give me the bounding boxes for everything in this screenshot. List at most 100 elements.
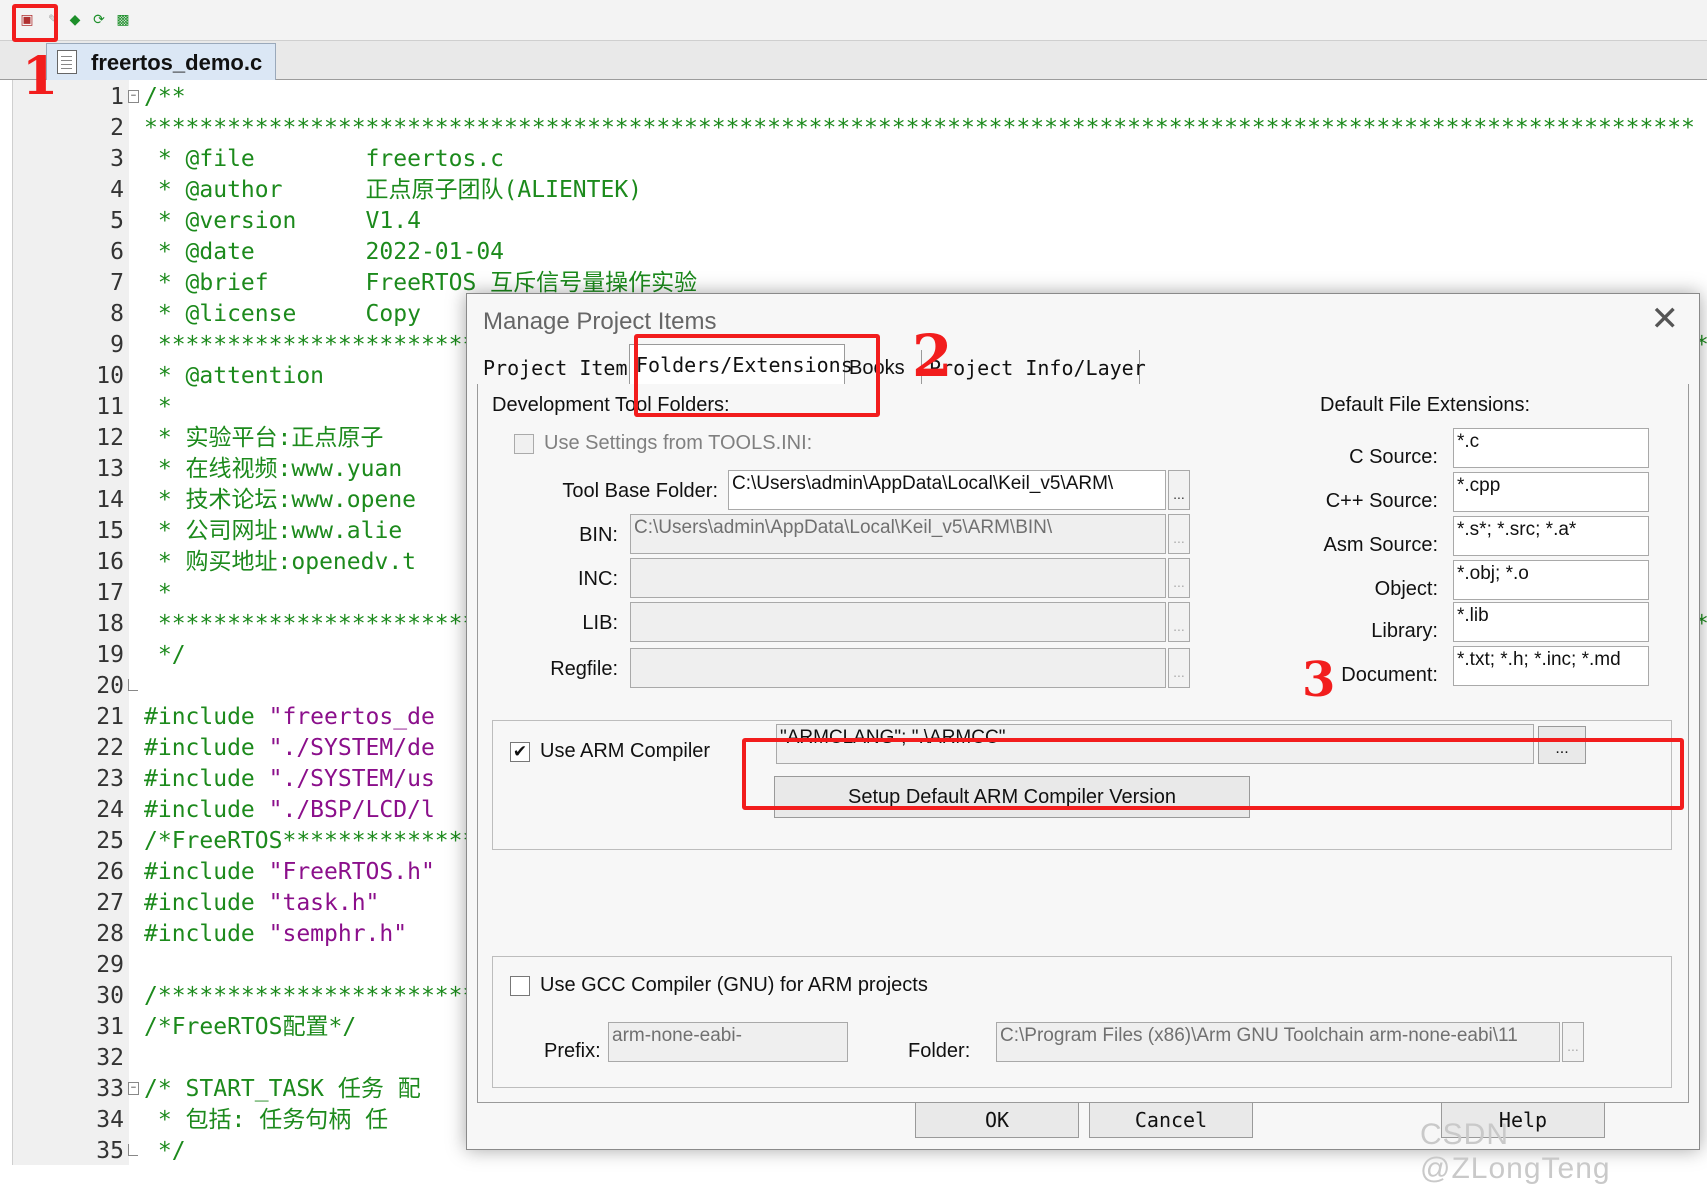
code-token: #include bbox=[144, 735, 269, 761]
bin-label: BIN: bbox=[579, 524, 618, 546]
inc-browse-button[interactable]: ... bbox=[1168, 558, 1190, 598]
code-token: * 在线视频:www.yuan bbox=[144, 456, 403, 482]
line-number: 34 bbox=[96, 1107, 124, 1133]
code-token: #include bbox=[144, 766, 269, 792]
document-label: Document: bbox=[1341, 664, 1438, 686]
dialog-title: Manage Project Items bbox=[483, 308, 717, 335]
code-text: * 实验平台:正点原子 bbox=[144, 423, 384, 454]
tab-project-info-layer[interactable]: Project Info/Layer bbox=[923, 350, 1146, 384]
toolbar: ▣ ✎ ◆ ⟳ ▩ bbox=[0, 0, 1707, 41]
lib-input[interactable] bbox=[630, 602, 1166, 642]
options-icon[interactable]: ⟳ bbox=[90, 10, 108, 28]
regfile-input[interactable] bbox=[630, 648, 1166, 688]
line-number: 33 bbox=[96, 1076, 124, 1102]
inc-input[interactable] bbox=[630, 558, 1166, 598]
code-token: * @license Copy bbox=[144, 301, 421, 327]
code-text: * @author 正点原子团队(ALIENTEK) bbox=[144, 175, 642, 206]
code-text: * 购买地址:openedv.t bbox=[144, 547, 416, 578]
code-token: "freertos_de bbox=[268, 704, 435, 730]
annotation-box-folders-tab bbox=[634, 334, 880, 417]
library-input[interactable]: *.lib bbox=[1453, 602, 1649, 642]
code-token: #include bbox=[144, 797, 269, 823]
line-number: 17 bbox=[96, 580, 124, 606]
line-number: 6 bbox=[110, 239, 124, 265]
code-token: "./SYSTEM/us bbox=[268, 766, 435, 792]
code-text: #include "task.h" bbox=[144, 888, 379, 919]
manage-project-items-dialog: Manage Project Items ✕ Project Items Fol… bbox=[466, 293, 1700, 1150]
file-tab[interactable]: freertos_demo.c bbox=[46, 43, 276, 80]
code-token: * @version V1.4 bbox=[144, 208, 421, 234]
code-token: * @date 2022-01-04 bbox=[144, 239, 505, 265]
file-tab-label: freertos_demo.c bbox=[91, 50, 263, 75]
line-number: 13 bbox=[96, 456, 124, 482]
pack-installer-icon[interactable]: ▩ bbox=[114, 10, 132, 28]
use-tools-ini-checkbox[interactable] bbox=[514, 434, 534, 454]
code-text: * @attention bbox=[144, 361, 324, 392]
object-label: Object: bbox=[1374, 578, 1438, 600]
fold-toggle-icon[interactable]: − bbox=[128, 90, 139, 103]
line-number: 18 bbox=[96, 611, 124, 637]
library-label: Library: bbox=[1371, 620, 1438, 642]
c-source-input[interactable]: *.c bbox=[1453, 428, 1649, 468]
document-input[interactable]: *.txt; *.h; *.inc; *.md bbox=[1453, 646, 1649, 686]
cancel-button[interactable]: Cancel bbox=[1089, 1102, 1253, 1138]
code-line: 2 ***************************************… bbox=[0, 113, 1707, 144]
line-number: 11 bbox=[96, 394, 124, 420]
cpp-source-label: C++ Source: bbox=[1325, 490, 1438, 512]
regfile-browse-button[interactable]: ... bbox=[1168, 648, 1190, 688]
line-number: 25 bbox=[96, 828, 124, 854]
code-token: "semphr.h" bbox=[268, 921, 408, 947]
code-line: 6 * @date 2022-01-04 bbox=[0, 237, 1707, 268]
cpp-source-input[interactable]: *.cpp bbox=[1453, 472, 1649, 512]
line-number: 20 bbox=[96, 673, 124, 699]
code-token: * 购买地址:openedv.t bbox=[144, 549, 417, 575]
code-token: /* START_TASK 任务 配 bbox=[144, 1076, 421, 1102]
line-number: 22 bbox=[96, 735, 124, 761]
annotation-mark-1: 1 bbox=[22, 46, 59, 107]
code-token: #include bbox=[144, 859, 269, 885]
code-text: #include "./SYSTEM/us bbox=[144, 764, 435, 795]
line-number: 28 bbox=[96, 921, 124, 947]
fold-toggle-icon[interactable]: − bbox=[128, 1082, 139, 1095]
code-token: "./BSP/LCD/l bbox=[268, 797, 435, 823]
code-token: /** bbox=[144, 84, 186, 110]
close-icon[interactable]: ✕ bbox=[1651, 302, 1680, 336]
line-number: 30 bbox=[96, 983, 124, 1009]
asm-source-input[interactable]: *.s*; *.src; *.a* bbox=[1453, 516, 1649, 556]
line-number: 8 bbox=[110, 301, 124, 327]
code-line: 1−/** bbox=[0, 82, 1707, 113]
green-diamond-icon[interactable]: ◆ bbox=[66, 10, 84, 28]
line-number: 5 bbox=[110, 208, 124, 234]
ok-button[interactable]: OK bbox=[915, 1102, 1079, 1138]
bin-browse-button[interactable]: ... bbox=[1168, 514, 1190, 554]
gcc-folder-browse-button[interactable]: ... bbox=[1562, 1022, 1584, 1062]
line-number: 23 bbox=[96, 766, 124, 792]
asm-source-label: Asm Source: bbox=[1323, 534, 1438, 556]
code-text: /** bbox=[144, 82, 186, 113]
object-input[interactable]: *.obj; *.o bbox=[1453, 560, 1649, 600]
line-number: 27 bbox=[96, 890, 124, 916]
use-arm-compiler-checkbox[interactable]: ✔ bbox=[510, 742, 530, 762]
tab-project-items[interactable]: Project Items bbox=[477, 350, 640, 384]
line-number: 21 bbox=[96, 704, 124, 730]
annotation-mark-3: 3 bbox=[1302, 652, 1336, 708]
use-gcc-checkbox[interactable] bbox=[510, 976, 530, 996]
code-text: * 技术论坛:www.opene bbox=[144, 485, 416, 516]
code-token: * bbox=[144, 580, 172, 606]
lib-browse-button[interactable]: ... bbox=[1168, 602, 1190, 642]
code-token: /*FreeRTOS配置*/ bbox=[144, 1014, 357, 1040]
line-number: 14 bbox=[96, 487, 124, 513]
code-token: * @file freertos.c bbox=[144, 146, 505, 172]
bin-input[interactable]: C:\Users\admin\AppData\Local\Keil_v5\ARM… bbox=[630, 514, 1166, 554]
tool-base-folder-browse-button[interactable]: ... bbox=[1168, 470, 1190, 510]
code-token: * 公司网址:www.alie bbox=[144, 518, 403, 544]
code-token: * 技术论坛:www.opene bbox=[144, 487, 417, 513]
gcc-folder-input[interactable]: C:\Program Files (x86)\Arm GNU Toolchain… bbox=[996, 1022, 1560, 1062]
line-number: 35 bbox=[96, 1138, 124, 1164]
code-token: */ bbox=[144, 1138, 186, 1164]
code-text: #include "semphr.h" bbox=[144, 919, 407, 950]
tool-base-folder-input[interactable]: C:\Users\admin\AppData\Local\Keil_v5\ARM… bbox=[728, 470, 1166, 510]
prefix-input[interactable]: arm-none-eabi- bbox=[608, 1022, 848, 1062]
code-text: #include "./SYSTEM/de bbox=[144, 733, 435, 764]
regfile-label: Regfile: bbox=[550, 658, 618, 680]
